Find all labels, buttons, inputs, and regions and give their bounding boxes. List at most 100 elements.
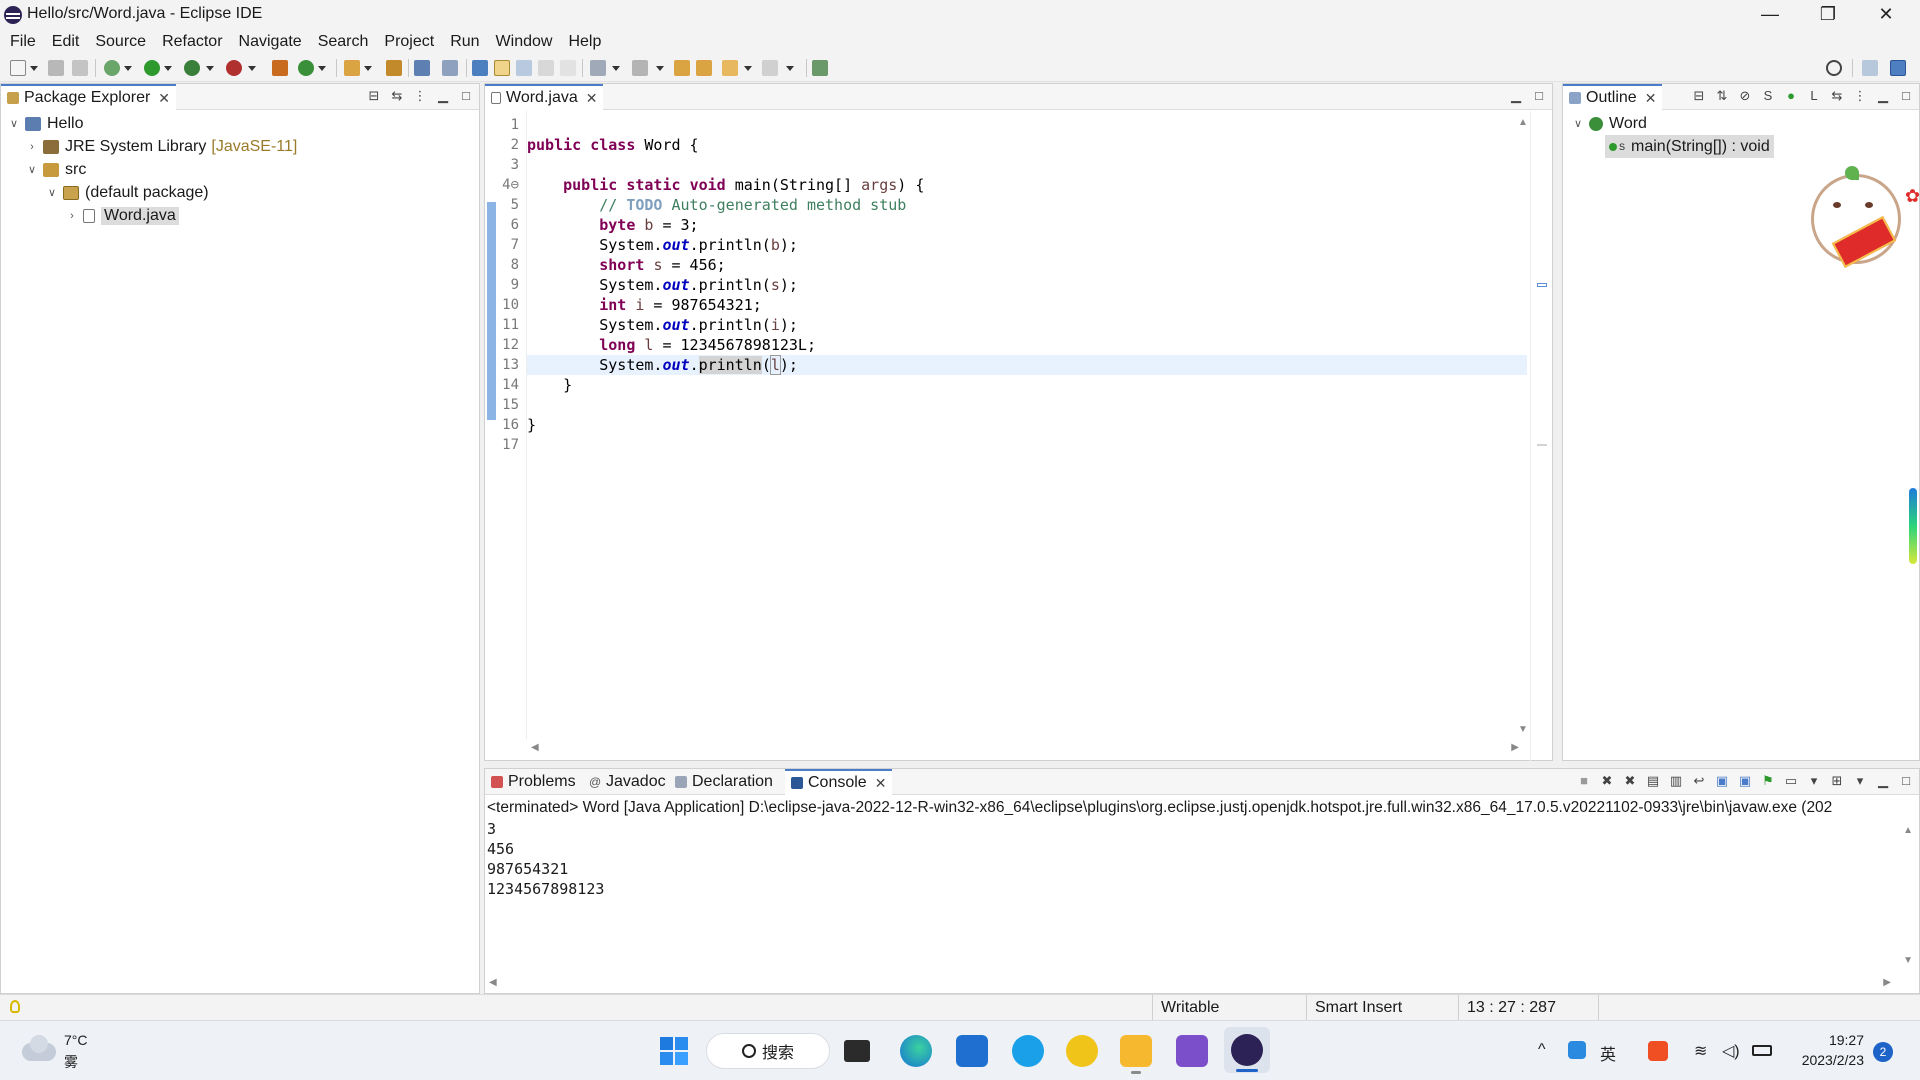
tab-package-explorer[interactable]: Package Explorer ✕: [1, 84, 177, 110]
notification-badge[interactable]: 2: [1873, 1042, 1893, 1062]
hide-local-types-icon[interactable]: L: [1807, 89, 1821, 103]
outline-item-class-word[interactable]: ∨ Word: [1571, 112, 1647, 135]
tree-item-word-java[interactable]: › Word.java: [65, 204, 179, 227]
microsoft-store-icon[interactable]: [956, 1035, 988, 1067]
windows-start-icon[interactable]: [658, 1035, 690, 1067]
scroll-left-icon[interactable]: ◀: [531, 742, 539, 753]
battery-icon[interactable]: [1752, 1045, 1772, 1056]
tab-problems[interactable]: Problems: [485, 769, 582, 795]
wifi-icon[interactable]: ≋: [1694, 1041, 1707, 1061]
tree-item-jre-library[interactable]: › JRE System Library [JavaSE-11]: [25, 135, 297, 158]
back-history-icon[interactable]: [696, 60, 712, 76]
scroll-down-icon[interactable]: ▼: [1518, 724, 1528, 735]
terminate-icon[interactable]: ■: [1577, 774, 1591, 788]
pin-editor-icon[interactable]: [812, 60, 828, 76]
outline-item-main-method[interactable]: S main(String[]) : void: [1605, 135, 1774, 158]
menu-project[interactable]: Project: [376, 29, 442, 54]
terminal-icon[interactable]: [414, 60, 430, 76]
forward-dropdown-icon[interactable]: [786, 66, 794, 71]
scroll-up-icon[interactable]: ▲: [1903, 825, 1913, 836]
open-type-dropdown-icon[interactable]: [364, 66, 372, 71]
pilcrow-icon[interactable]: [560, 60, 576, 76]
next-annotation-dropdown-icon[interactable]: [612, 66, 620, 71]
external-tools-icon[interactable]: [226, 60, 242, 76]
last-edit-location-icon[interactable]: [674, 60, 690, 76]
minimize-view-icon[interactable]: ▁: [436, 89, 450, 103]
word-wrap-icon[interactable]: ↩: [1692, 774, 1706, 788]
menu-help[interactable]: Help: [560, 29, 609, 54]
tab-javadoc[interactable]: @ Javadoc: [583, 769, 672, 795]
eclipse-taskbar-active[interactable]: [1224, 1027, 1270, 1073]
display-console-icon[interactable]: ▭: [1784, 774, 1798, 788]
scroll-right-icon[interactable]: ▶: [1511, 742, 1519, 753]
menu-file[interactable]: File: [2, 29, 44, 54]
volume-icon[interactable]: ◁): [1722, 1041, 1740, 1061]
menu-navigate[interactable]: Navigate: [231, 29, 310, 54]
new-icon[interactable]: [10, 60, 26, 76]
close-icon[interactable]: ✕: [1645, 90, 1657, 107]
pin-console-icon[interactable]: ⚑: [1761, 774, 1775, 788]
back-icon[interactable]: [722, 60, 738, 76]
new-java-package-icon[interactable]: [272, 60, 288, 76]
save-all-icon[interactable]: [72, 60, 88, 76]
tree-item-default-package[interactable]: ∨ (default package): [45, 181, 209, 204]
minimize-view-icon[interactable]: ▁: [1509, 89, 1523, 103]
new-dropdown-icon[interactable]: [30, 66, 38, 71]
chevron-down-icon[interactable]: ∨: [1571, 117, 1585, 130]
scroll-left-icon[interactable]: ◀: [489, 977, 497, 988]
link-with-editor-icon[interactable]: ⇆: [1830, 89, 1844, 103]
input-method-icon[interactable]: 英: [1600, 1041, 1616, 1065]
minimize-view-icon[interactable]: ▁: [1876, 774, 1890, 788]
new-class-dropdown-icon[interactable]: [318, 66, 326, 71]
tray-app-icon[interactable]: [1568, 1041, 1586, 1059]
run-icon[interactable]: [144, 60, 160, 76]
search-icon[interactable]: [1826, 60, 1842, 76]
show-whitespace-icon[interactable]: [538, 60, 554, 76]
task-marker[interactable]: [1537, 283, 1547, 287]
chevron-down-icon[interactable]: ∨: [45, 186, 59, 199]
minimize-view-icon[interactable]: ▁: [1876, 89, 1890, 103]
chevron-up-icon[interactable]: ^: [1538, 1041, 1546, 1059]
edge-browser-icon[interactable]: [900, 1035, 932, 1067]
collapse-all-icon[interactable]: ⊟: [367, 89, 381, 103]
external-tools-dropdown-icon[interactable]: [248, 66, 256, 71]
show-on-stdout-icon[interactable]: ▣: [1715, 774, 1729, 788]
scroll-down-icon[interactable]: ▼: [1903, 955, 1913, 966]
scroll-right-icon[interactable]: ▶: [1883, 977, 1891, 988]
remove-all-launches-icon[interactable]: ✖: [1623, 774, 1637, 788]
minimize-button[interactable]: —: [1742, 0, 1798, 29]
previous-annotation-dropdown-icon[interactable]: [656, 66, 664, 71]
scroll-up-icon[interactable]: ▲: [1518, 117, 1528, 128]
maximize-view-icon[interactable]: □: [1532, 89, 1546, 103]
music-app-icon[interactable]: [1066, 1035, 1098, 1067]
display-console-dropdown-icon[interactable]: ▾: [1807, 774, 1821, 788]
visual-studio-icon[interactable]: [1176, 1035, 1208, 1067]
tree-item-project-hello[interactable]: ∨ Hello: [7, 112, 84, 135]
taskbar-search[interactable]: 搜索: [706, 1033, 830, 1069]
tab-console[interactable]: Console ✕: [785, 769, 893, 795]
view-menu-icon[interactable]: ⋮: [413, 89, 427, 103]
link-with-editor-icon[interactable]: ⇆: [390, 89, 404, 103]
toggle-mark-occurrences-icon[interactable]: [472, 60, 488, 76]
menu-source[interactable]: Source: [87, 29, 154, 54]
save-icon[interactable]: [48, 60, 64, 76]
run-dropdown-icon[interactable]: [164, 66, 172, 71]
maximize-view-icon[interactable]: □: [1899, 774, 1913, 788]
weather-widget[interactable]: [22, 1035, 56, 1065]
maximize-view-icon[interactable]: □: [459, 89, 473, 103]
task-view-icon[interactable]: [844, 1040, 870, 1062]
view-menu-icon[interactable]: ⋮: [1853, 89, 1867, 103]
clear-console-icon[interactable]: ▤: [1646, 774, 1660, 788]
menu-run[interactable]: Run: [442, 29, 487, 54]
ie-browser-icon[interactable]: [1012, 1035, 1044, 1067]
java-perspective-icon[interactable]: [1890, 60, 1906, 76]
code-area[interactable]: public class Word { public static void m…: [527, 111, 1527, 739]
scroll-lock-icon[interactable]: ▥: [1669, 774, 1683, 788]
editor-vertical-scrollbar[interactable]: ▲ ▼: [1516, 111, 1530, 739]
menu-refactor[interactable]: Refactor: [154, 29, 230, 54]
occurrence-marker[interactable]: [1537, 444, 1547, 446]
open-type-icon[interactable]: [344, 60, 360, 76]
lightbulb-icon[interactable]: [10, 1000, 20, 1013]
remove-launch-icon[interactable]: ✖: [1600, 774, 1614, 788]
toggle-block-selection-icon[interactable]: [516, 60, 532, 76]
